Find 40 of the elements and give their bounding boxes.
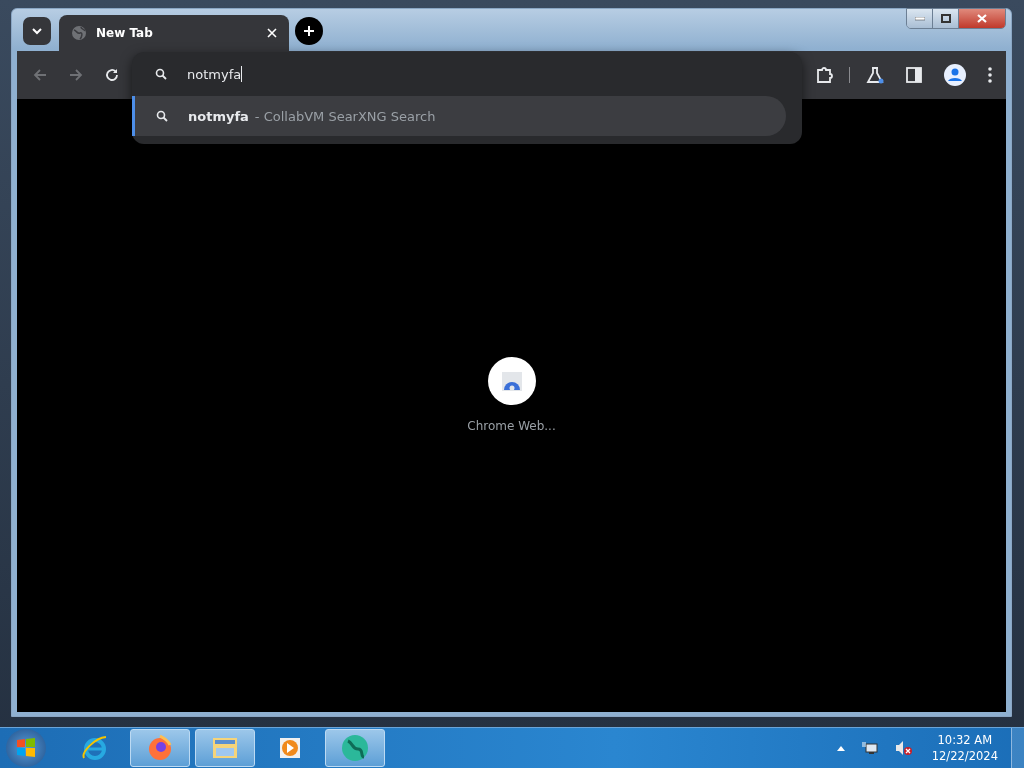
windows-logo-icon bbox=[15, 737, 37, 759]
address-field[interactable]: notmyfa bbox=[132, 52, 802, 96]
fox-globe-icon bbox=[146, 734, 174, 762]
close-icon bbox=[977, 14, 987, 23]
taskbar-app-button[interactable] bbox=[130, 729, 190, 767]
browser-tab[interactable]: New Tab bbox=[59, 15, 289, 51]
profile-icon[interactable] bbox=[944, 64, 966, 86]
reload-icon[interactable] bbox=[105, 68, 119, 82]
minimize-icon bbox=[914, 16, 925, 21]
clock-date: 12/22/2024 bbox=[931, 748, 998, 764]
close-icon[interactable] bbox=[267, 28, 277, 38]
close-button[interactable] bbox=[959, 9, 1005, 28]
e-logo-icon bbox=[81, 734, 109, 762]
muted-speaker-icon[interactable] bbox=[894, 740, 913, 756]
show-hidden-icons-icon[interactable] bbox=[836, 745, 845, 751]
globe-icon bbox=[340, 733, 370, 763]
clock-time: 10:32 AM bbox=[937, 732, 993, 748]
menu-icon[interactable] bbox=[988, 67, 992, 83]
play-icon bbox=[278, 736, 302, 760]
network-icon[interactable] bbox=[861, 741, 878, 755]
taskbar-app-button[interactable] bbox=[325, 729, 385, 767]
maximize-icon bbox=[940, 14, 951, 23]
flask-icon[interactable] bbox=[866, 66, 884, 84]
maximize-button[interactable] bbox=[933, 9, 959, 28]
forward-icon[interactable] bbox=[69, 68, 83, 82]
back-icon[interactable] bbox=[33, 68, 47, 82]
plus-icon bbox=[303, 25, 315, 37]
start-button[interactable] bbox=[6, 729, 46, 767]
new-tab-button[interactable] bbox=[295, 17, 323, 45]
search-icon bbox=[155, 68, 167, 80]
clock[interactable]: 10:32 AM 12/22/2024 bbox=[927, 732, 1002, 764]
puzzle-icon[interactable] bbox=[815, 66, 833, 84]
folder-icon bbox=[211, 735, 239, 761]
shortcut-tile[interactable]: Chrome Web... bbox=[467, 356, 556, 433]
search-icon bbox=[156, 110, 168, 122]
chevron-down-icon bbox=[31, 25, 43, 37]
globe-icon bbox=[71, 25, 87, 41]
suggestion-row[interactable]: notmyfa - CollabVM SearXNG Search bbox=[132, 96, 786, 136]
side-panel-icon[interactable] bbox=[906, 67, 922, 83]
tab-search-button[interactable] bbox=[23, 17, 51, 45]
